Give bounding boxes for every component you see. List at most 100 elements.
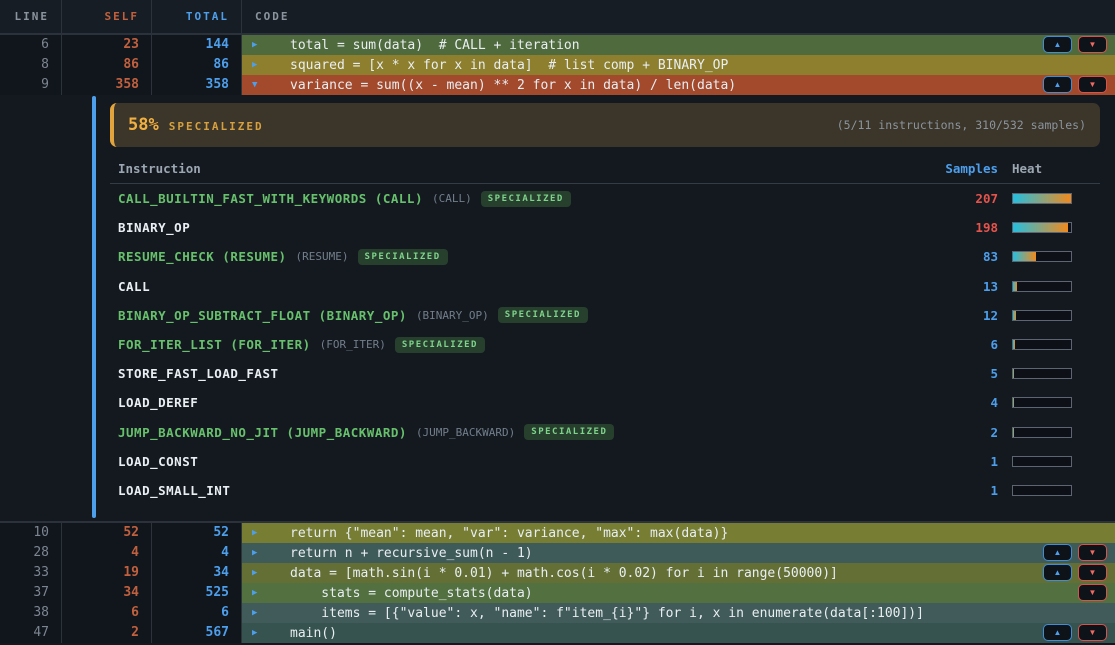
instruction-base-name: (FOR_ITER) <box>320 338 386 351</box>
line-number-cell: 8 <box>0 55 62 75</box>
expand-toggle-icon[interactable]: ▶ <box>252 548 270 558</box>
code-cell[interactable]: ▶return n + recursive_sum(n - 1)▲▼ <box>242 543 1115 563</box>
expand-toggle-icon[interactable]: ▼ <box>252 80 270 90</box>
code-row-line-47: 472567▶main()▲▼ <box>0 623 1115 643</box>
code-cell[interactable]: ▶ return {"mean": mean, "var": variance, … <box>242 523 1115 543</box>
specialization-summary-left: 58%SPECIALIZED <box>128 115 264 135</box>
heat-bar-fill <box>1013 340 1015 349</box>
total-samples-cell: 525 <box>152 583 242 603</box>
samples-count: 198 <box>918 220 998 235</box>
line-number-cell: 33 <box>0 563 62 583</box>
code-cell[interactable]: ▶ stats = compute_stats(data) ▼ <box>242 583 1115 603</box>
jump-next-hotspot-button[interactable]: ▼ <box>1078 624 1107 641</box>
jump-prev-hotspot-button[interactable]: ▲ <box>1043 624 1072 641</box>
instruction-row: LOAD_SMALL_INT1 <box>110 476 1100 505</box>
column-header-heat: Heat <box>998 161 1100 176</box>
instruction-name: FOR_ITER_LIST (FOR_ITER) <box>118 337 311 352</box>
code-cell[interactable]: ▶total = sum(data) # CALL + iteration▲▼ <box>242 35 1115 55</box>
instruction-name: STORE_FAST_LOAD_FAST <box>118 366 279 381</box>
code-row-line-8: 88686▶squared = [x * x for x in data] # … <box>0 55 1115 75</box>
code-line-text: return {"mean": mean, "var": variance, "… <box>290 526 728 541</box>
expand-toggle-icon[interactable]: ▶ <box>252 40 270 50</box>
jump-next-hotspot-button[interactable]: ▼ <box>1078 76 1107 93</box>
instruction-name: BINARY_OP <box>118 220 190 235</box>
specialized-badge: SPECIALIZED <box>524 424 614 440</box>
expanded-panel-region: 58%SPECIALIZED (5/11 instructions, 310/5… <box>0 95 1115 521</box>
specialization-panel: 58%SPECIALIZED (5/11 instructions, 310/5… <box>110 95 1100 505</box>
expand-toggle-icon[interactable]: ▶ <box>252 608 270 618</box>
code-cell[interactable]: ▼ variance = sum((x - mean) ** 2 for x in… <box>242 75 1115 95</box>
jump-prev-hotspot-button[interactable]: ▲ <box>1043 36 1072 53</box>
jump-next-hotspot-button[interactable]: ▼ <box>1078 564 1107 581</box>
code-cell[interactable]: ▶main()▲▼ <box>242 623 1115 643</box>
self-samples-cell: 86 <box>62 55 152 75</box>
expand-toggle-icon[interactable]: ▶ <box>252 588 270 598</box>
samples-count: 1 <box>918 483 998 498</box>
line-number-cell: 10 <box>0 523 62 543</box>
line-number-cell: 6 <box>0 35 62 55</box>
heat-cell <box>998 193 1100 204</box>
instruction-row: BINARY_OP_SUBTRACT_FLOAT (BINARY_OP)(BIN… <box>110 301 1100 330</box>
line-number-cell: 38 <box>0 603 62 623</box>
instruction-row: BINARY_OP 198 <box>110 213 1100 242</box>
heat-bar-fill <box>1013 311 1016 320</box>
jump-next-hotspot-button[interactable]: ▼ <box>1078 544 1107 561</box>
jump-prev-hotspot-button[interactable]: ▲ <box>1043 564 1072 581</box>
expand-toggle-icon[interactable]: ▶ <box>252 528 270 538</box>
hotspot-nav-group: ▼ <box>1078 584 1107 601</box>
specialized-badge: SPECIALIZED <box>395 337 485 353</box>
heat-bar-fill <box>1013 223 1068 232</box>
hotspot-nav-group: ▲▼ <box>1043 76 1107 93</box>
instruction-name: LOAD_DEREF <box>118 395 198 410</box>
heat-bar-fill <box>1013 428 1014 437</box>
heat-bar-track <box>1012 485 1072 496</box>
column-header-total: TOTAL <box>152 0 242 33</box>
column-header-instruction: Instruction <box>110 161 918 176</box>
heat-bar-track <box>1012 251 1072 262</box>
heat-cell <box>998 368 1100 379</box>
instruction-name-group: LOAD_DEREF <box>110 395 918 410</box>
code-line-text: stats = compute_stats(data) <box>290 586 533 601</box>
specialized-badge: SPECIALIZED <box>358 249 448 265</box>
heat-bar-fill <box>1013 252 1036 261</box>
heat-cell <box>998 485 1100 496</box>
jump-prev-hotspot-button[interactable]: ▲ <box>1043 544 1072 561</box>
code-row-line-28: 2844▶return n + recursive_sum(n - 1)▲▼ <box>0 543 1115 563</box>
instruction-name: BINARY_OP_SUBTRACT_FLOAT (BINARY_OP) <box>118 308 407 323</box>
heat-cell <box>998 251 1100 262</box>
heat-bar-track <box>1012 222 1072 233</box>
total-samples-cell: 34 <box>152 563 242 583</box>
hotspot-nav-group: ▲▼ <box>1043 544 1107 561</box>
instruction-name-group: LOAD_SMALL_INT <box>110 483 918 498</box>
line-number-cell: 28 <box>0 543 62 563</box>
code-cell[interactable]: ▶ squared = [x * x for x in data] # list … <box>242 55 1115 75</box>
heat-bar-track <box>1012 281 1072 292</box>
heat-bar-track <box>1012 456 1072 467</box>
hotspot-nav-group: ▲▼ <box>1043 564 1107 581</box>
expand-toggle-icon[interactable]: ▶ <box>252 60 270 70</box>
self-samples-cell: 19 <box>62 563 152 583</box>
heat-bar-fill <box>1013 398 1014 407</box>
instruction-name-group: BINARY_OP <box>110 220 918 235</box>
jump-prev-hotspot-button[interactable]: ▲ <box>1043 76 1072 93</box>
line-number-cell: 47 <box>0 623 62 643</box>
instruction-rows: CALL_BUILTIN_FAST_WITH_KEYWORDS (CALL)(C… <box>110 184 1100 505</box>
jump-next-hotspot-button[interactable]: ▼ <box>1078 36 1107 53</box>
code-line-text: squared = [x * x for x in data] # list c… <box>290 58 728 73</box>
samples-count: 4 <box>918 395 998 410</box>
jump-next-hotspot-button[interactable]: ▼ <box>1078 584 1107 601</box>
code-row-line-6: 623144▶total = sum(data) # CALL + iterat… <box>0 35 1115 55</box>
hotspot-nav-group: ▲▼ <box>1043 624 1107 641</box>
heat-bar-fill <box>1013 282 1017 291</box>
expand-toggle-icon[interactable]: ▶ <box>252 568 270 578</box>
column-header-self: SELF <box>62 0 152 33</box>
specialized-badge: SPECIALIZED <box>498 307 588 323</box>
expand-toggle-icon[interactable]: ▶ <box>252 628 270 638</box>
heat-bar-track <box>1012 368 1072 379</box>
column-header-line: LINE <box>0 0 62 33</box>
code-cell[interactable]: ▶ items = [{"value": x, "name": f"item_{… <box>242 603 1115 623</box>
line-number-cell: 37 <box>0 583 62 603</box>
heat-bar-track <box>1012 397 1072 408</box>
code-cell[interactable]: ▶data = [math.sin(i * 0.01) + math.cos(i… <box>242 563 1115 583</box>
code-line-text: variance = sum((x - mean) ** 2 for x in … <box>290 78 736 93</box>
